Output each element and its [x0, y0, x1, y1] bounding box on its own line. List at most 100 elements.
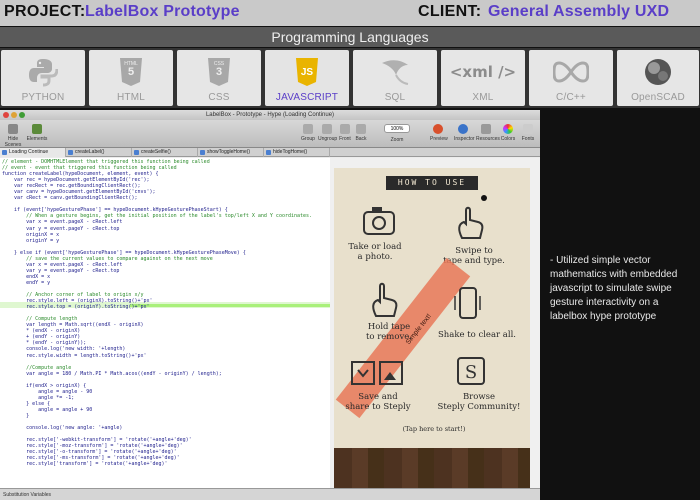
colors-button[interactable]: Colors	[500, 122, 516, 142]
save-share-icon	[351, 361, 403, 385]
cpp-icon	[529, 54, 613, 90]
tab-sql[interactable]: SQL	[353, 50, 437, 106]
document-icon	[266, 150, 271, 155]
code-editor[interactable]: // element - DOMHTMLElement that trigger…	[0, 158, 330, 488]
project-label: PROJECT:	[4, 3, 86, 20]
wood-background	[334, 448, 530, 488]
xml-icon-text: <xml />	[449, 63, 517, 81]
tab-createlabel[interactable]: createLabel()	[66, 148, 132, 157]
group-button[interactable]: Group	[300, 122, 316, 142]
hype-window: LabelBox - Prototype - Hype (Loading Con…	[0, 110, 540, 500]
ungroup-button[interactable]: Ungroup	[318, 122, 338, 142]
tab-openscad[interactable]: OpenSCAD	[617, 50, 699, 106]
tab-openscad-label: OpenSCAD	[631, 92, 685, 103]
tab-hidetoghome[interactable]: hideTogHome()	[264, 148, 330, 157]
phone-shake-icon	[454, 287, 481, 319]
group-icon	[303, 124, 313, 134]
tab-javascript-label: JAVASCRIPT	[275, 92, 339, 103]
maximize-icon[interactable]	[19, 112, 25, 118]
tab-label: createSelfie()	[141, 149, 171, 155]
project-description: - Utilized simple vector mathematics wit…	[550, 255, 678, 322]
html5-icon: 5 HTML	[89, 54, 173, 90]
ungroup-label: Ungroup	[318, 136, 338, 142]
hold-text: Hold tape to remove.	[365, 322, 413, 342]
code-text: // element - DOMHTMLElement that trigger…	[2, 159, 312, 467]
language-tabs: PYTHON 5 HTML HTML 3 CSS CSS JS JAVASCRIPT…	[0, 48, 700, 108]
tab-xml-label: XML	[472, 92, 494, 103]
document-icon	[134, 150, 139, 155]
hide-scenes-label: Hide Scenes	[4, 136, 22, 148]
shake-text: Shake to clear all.	[437, 330, 517, 340]
hold-hand-icon	[372, 282, 398, 317]
elements-button[interactable]: Elements	[26, 122, 48, 142]
hide-scenes-button[interactable]: Hide Scenes	[2, 122, 24, 148]
tab-sql-label: SQL	[384, 92, 406, 103]
colors-label: Colors	[500, 136, 516, 142]
window-titlebar: LabelBox - Prototype - Hype (Loading Con…	[0, 110, 540, 120]
minimize-icon[interactable]	[11, 112, 17, 118]
svg-text:S: S	[465, 362, 477, 383]
css3-icon: 3 CSS	[177, 54, 261, 90]
inspector-button[interactable]: Inspector	[454, 122, 475, 142]
tab-html[interactable]: 5 HTML HTML	[89, 50, 173, 106]
back-button[interactable]: Back	[354, 122, 368, 142]
ungroup-icon	[322, 124, 332, 134]
tab-css[interactable]: 3 CSS CSS	[177, 50, 261, 106]
zoom-field[interactable]: 100%	[384, 124, 410, 133]
inspector-label: Inspector	[454, 136, 475, 142]
tab-createselfie[interactable]: createSelfie()	[132, 148, 198, 157]
fonts-button[interactable]: Fonts	[520, 122, 536, 142]
document-icon	[68, 150, 73, 155]
section-title: Programming Languages	[0, 27, 700, 47]
openscad-icon	[617, 54, 699, 90]
status-bar: Substitution Variables	[0, 488, 540, 500]
zoom-label: Zoom	[390, 137, 404, 143]
window-title: LabelBox - Prototype - Hype (Loading Con…	[205, 112, 335, 118]
project-header: PROJECT: LabelBox Prototype CLIENT: Gene…	[0, 0, 700, 26]
editor-tabs: Loading Continue createLabel() createSel…	[0, 148, 540, 157]
camera-icon	[363, 207, 395, 235]
js-icon: JS	[265, 54, 349, 90]
svg-text:3: 3	[216, 66, 222, 78]
svg-text:CSS: CSS	[214, 61, 225, 67]
tab-css-label: CSS	[208, 92, 230, 103]
preview-label: Preview	[430, 136, 448, 142]
python-icon	[1, 54, 85, 90]
tab-javascript[interactable]: JS JAVASCRIPT	[265, 50, 349, 106]
tab-showtogglehome[interactable]: showToggleHome()	[198, 148, 264, 157]
fonts-label: Fonts	[521, 136, 535, 142]
tab-python-label: PYTHON	[21, 92, 65, 103]
fonts-icon	[523, 124, 533, 134]
tab-label: hideTogHome()	[273, 149, 308, 155]
preview-button[interactable]: Preview	[430, 122, 448, 142]
elements-icon	[32, 124, 42, 134]
tab-cpp[interactable]: C/C++	[529, 50, 613, 106]
tab-cpp-label: C/C++	[556, 92, 586, 103]
colors-icon	[503, 124, 513, 134]
steply-logo-icon: S	[457, 357, 485, 385]
tap-start-text: (Tap here to start!)	[402, 425, 466, 433]
front-label: Front	[339, 136, 351, 142]
front-button[interactable]: Front	[338, 122, 352, 142]
close-icon[interactable]	[3, 112, 9, 118]
preview-icon	[433, 124, 443, 134]
preview-stage[interactable]: HOW TO USE Take or load a photo. Swipe t…	[330, 158, 540, 488]
client-label: CLIENT:	[418, 3, 482, 20]
svg-text:JS: JS	[301, 67, 314, 78]
code-line: rec.style['transform'] = 'rotate('+angle…	[2, 461, 168, 468]
tab-html-label: HTML	[116, 92, 146, 103]
tab-label: createLabel()	[75, 149, 105, 155]
tab-xml[interactable]: <xml /> XML	[441, 50, 525, 106]
project-name: LabelBox Prototype	[85, 3, 240, 20]
tab-loading-continue[interactable]: Loading Continue	[0, 148, 66, 157]
tab-label: showToggleHome()	[207, 149, 251, 155]
swipe-hand-icon	[458, 206, 484, 239]
resources-button[interactable]: Resources	[476, 122, 500, 142]
tab-label: Loading Continue	[9, 149, 49, 155]
document-icon	[200, 150, 205, 155]
elements-label: Elements	[26, 136, 48, 142]
back-label: Back	[355, 136, 367, 142]
resources-icon	[481, 124, 491, 134]
front-icon	[340, 124, 350, 134]
tab-python[interactable]: PYTHON	[1, 50, 85, 106]
